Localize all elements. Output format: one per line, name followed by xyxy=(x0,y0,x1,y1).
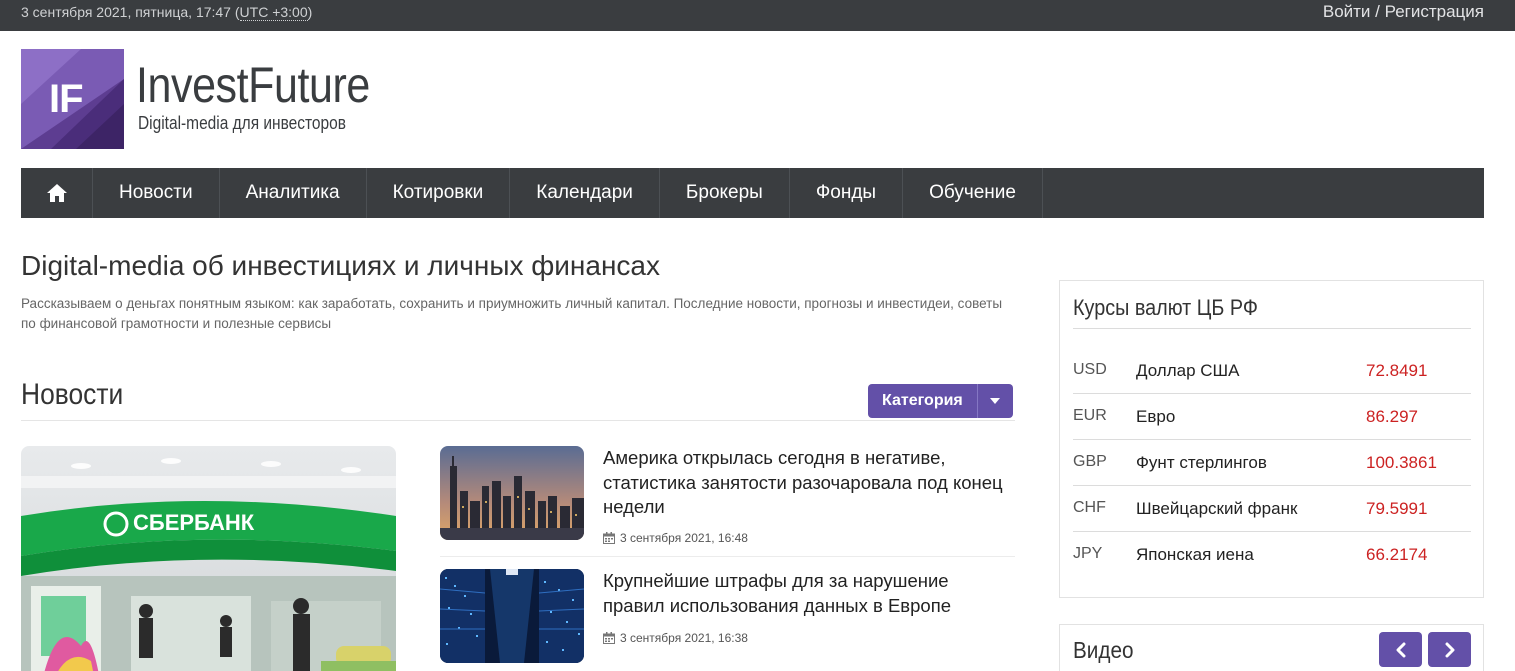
register-link[interactable]: Регистрация xyxy=(1385,2,1484,21)
video-widget-title: Видео xyxy=(1073,637,1134,663)
currency-row: JPY Японская иена 66.2174 xyxy=(1073,532,1471,578)
city-skyline-image xyxy=(440,446,584,540)
currency-name: Евро xyxy=(1136,407,1176,426)
video-next-button[interactable] xyxy=(1428,632,1471,667)
currency-code: EUR xyxy=(1073,407,1107,424)
nav-item-analytics[interactable]: Аналитика xyxy=(220,168,367,218)
main-nav: Новости Аналитика Котировки Календари Бр… xyxy=(21,168,1484,218)
category-toggle[interactable] xyxy=(976,384,1013,418)
currency-value: 66.2174 xyxy=(1366,545,1428,564)
current-date: 3 сентября 2021, пятница, 17:47 (UTC +3:… xyxy=(21,4,313,21)
auth-separator: / xyxy=(1370,2,1385,21)
currency-code: GBP xyxy=(1073,453,1107,470)
currency-value: 86.297 xyxy=(1366,407,1418,426)
news-title[interactable]: Америка открылась сегодня в негативе, ст… xyxy=(603,446,1013,520)
currency-code: USD xyxy=(1073,361,1107,378)
logo[interactable]: IF xyxy=(21,49,124,149)
currency-rates-widget: Курсы валют ЦБ РФ USD Доллар США 72.8491… xyxy=(1059,280,1484,598)
currency-row: GBP Фунт стерлингов 100.3861 xyxy=(1073,440,1471,486)
news-date: 3 сентября 2021, 16:38 xyxy=(603,631,748,645)
currency-code: CHF xyxy=(1073,499,1106,516)
chevron-left-icon xyxy=(1396,642,1405,657)
currency-value: 72.8491 xyxy=(1366,361,1428,380)
nav-item-education[interactable]: Обучение xyxy=(903,168,1043,218)
nav-item-calendars[interactable]: Календари xyxy=(510,168,660,218)
currency-value: 100.3861 xyxy=(1366,453,1437,472)
chevron-right-icon xyxy=(1445,642,1454,657)
brand-tagline: Digital-media для инвесторов xyxy=(138,113,346,133)
nav-item-brokers[interactable]: Брокеры xyxy=(660,168,790,218)
news-title[interactable]: Крупнейшие штрафы для за нарушение прави… xyxy=(603,569,1013,618)
news-date: 3 сентября 2021, 16:48 xyxy=(603,531,748,545)
logo-monogram: IF xyxy=(49,77,84,121)
currency-widget-title: Курсы валют ЦБ РФ xyxy=(1073,295,1258,320)
news-item[interactable]: Америка открылась сегодня в негативе, ст… xyxy=(440,446,1015,557)
nav-item-funds[interactable]: Фонды xyxy=(790,168,904,218)
page-lead: Рассказываем о деньгах понятным языком: … xyxy=(21,296,1003,331)
date-text: 3 сентября 2021, пятница, 17:47 xyxy=(21,4,231,20)
top-bar: 3 сентября 2021, пятница, 17:47 (UTC +3:… xyxy=(0,0,1515,31)
news-thumbnail[interactable] xyxy=(440,446,584,540)
currency-divider xyxy=(1073,328,1471,329)
news-divider xyxy=(21,420,1015,421)
calendar-icon xyxy=(603,632,615,644)
page-title: Digital-media об инвестициях и личных фи… xyxy=(21,250,660,281)
category-dropdown[interactable]: Категория xyxy=(868,384,1013,418)
currency-name: Швейцарский франк xyxy=(1136,499,1298,518)
login-link[interactable]: Войти xyxy=(1323,2,1371,21)
nav-item-news[interactable]: Новости xyxy=(93,168,220,218)
news-section-title: Новости xyxy=(21,378,124,411)
caret-down-icon xyxy=(990,398,1001,404)
currency-name: Японская иена xyxy=(1136,545,1254,564)
currency-name: Доллар США xyxy=(1136,361,1240,380)
nav-item-quotes[interactable]: Котировки xyxy=(367,168,511,218)
hero-sign: СБЕРБАНК xyxy=(133,510,255,535)
hero-image: СБЕРБАНК xyxy=(21,446,396,671)
currency-name: Фунт стерлингов xyxy=(1136,453,1267,472)
news-date-text: 3 сентября 2021, 16:38 xyxy=(620,631,748,645)
currency-row: USD Доллар США 72.8491 xyxy=(1073,348,1471,394)
nav-home[interactable] xyxy=(21,168,93,218)
currency-value: 79.5991 xyxy=(1366,499,1428,518)
currency-row: EUR Евро 86.297 xyxy=(1073,394,1471,440)
currency-code: JPY xyxy=(1073,545,1103,562)
category-button[interactable]: Категория xyxy=(868,384,977,418)
hero-news-image[interactable]: СБЕРБАНК xyxy=(21,446,396,671)
auth-links: Войти / Регистрация xyxy=(1323,2,1484,22)
timezone-link[interactable]: UTC +3:00 xyxy=(239,4,308,21)
calendar-icon xyxy=(603,532,615,544)
video-widget: Видео xyxy=(1059,624,1484,671)
news-thumbnail[interactable] xyxy=(440,569,584,663)
brand-name[interactable]: InvestFuture xyxy=(136,56,370,114)
video-prev-button[interactable] xyxy=(1379,632,1422,667)
news-separator xyxy=(440,556,1015,557)
news-date-text: 3 сентября 2021, 16:48 xyxy=(620,531,748,545)
server-room-image xyxy=(440,569,584,663)
news-item[interactable]: Крупнейшие штрафы для за нарушение прави… xyxy=(440,569,1015,669)
currency-row: CHF Швейцарский франк 79.5991 xyxy=(1073,486,1471,532)
home-icon xyxy=(46,184,67,202)
